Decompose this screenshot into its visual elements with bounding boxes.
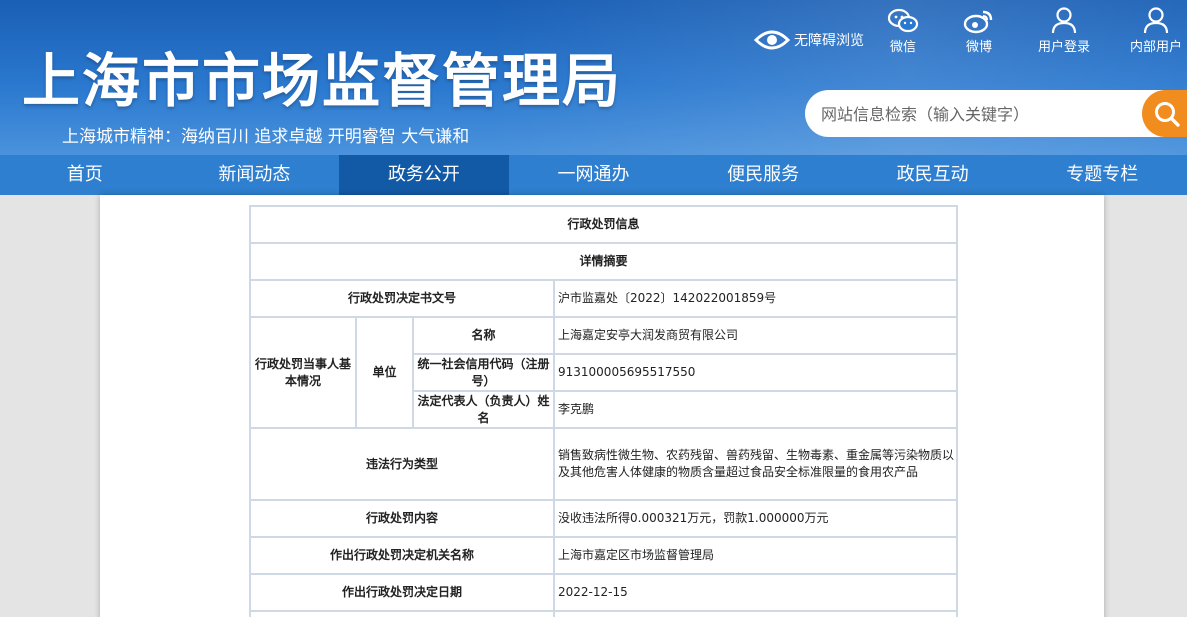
representative-value: 李克鹏 xyxy=(552,390,959,429)
weibo-label: 微博 xyxy=(965,40,992,55)
eye-icon xyxy=(754,30,790,50)
search-button[interactable] xyxy=(1142,90,1187,137)
main-nav: 首页 新闻动态 政务公开 一网通办 便民服务 政民互动 专题专栏 xyxy=(0,155,1187,195)
accessibility-link[interactable]: 无障碍浏览 xyxy=(754,26,864,54)
internal-user-link[interactable]: 内部用户 xyxy=(1116,4,1187,55)
party-label: 行政处罚当事人基本情况 xyxy=(249,316,357,429)
authority-label: 作出行政处罚决定机关名称 xyxy=(249,536,555,575)
name-value: 上海嘉定安亭大润发商贸有限公司 xyxy=(552,316,959,355)
user-login-link[interactable]: 用户登录 xyxy=(1024,4,1104,55)
decision-date-label: 作出行政处罚决定日期 xyxy=(249,573,555,612)
wechat-icon xyxy=(887,8,919,33)
table-summary: 详情摘要 xyxy=(248,242,959,281)
nav-interaction[interactable]: 政民互动 xyxy=(848,155,1018,195)
unit-label: 单位 xyxy=(355,316,414,429)
site-title[interactable]: 上海市市场监督管理局 xyxy=(22,48,622,114)
representative-label: 法定代表人（负责人）姓名 xyxy=(412,390,555,429)
user-icon xyxy=(1051,7,1077,34)
search-input[interactable] xyxy=(821,101,1141,127)
weibo-link[interactable]: 微博 xyxy=(939,4,1019,55)
weibo-icon xyxy=(963,10,993,34)
doc-no-label: 行政处罚决定书文号 xyxy=(249,279,555,318)
penalty-content-label: 行政处罚内容 xyxy=(249,499,555,538)
site-header: 上海市市场监督管理局 上海城市精神：海纳百川 追求卓越 开明睿智 大气谦和 无障… xyxy=(0,0,1187,155)
penalty-content-value: 没收违法所得0.000321万元，罚款1.000000万元 xyxy=(552,499,959,538)
internal-user-label: 内部用户 xyxy=(1129,40,1182,55)
table-row-partial-value xyxy=(552,610,959,617)
credit-code-label: 统一社会信用代码（注册号） xyxy=(412,353,555,392)
wechat-link[interactable]: 微信 xyxy=(863,4,943,55)
nav-special-topics[interactable]: 专题专栏 xyxy=(1017,155,1187,195)
table-row-partial xyxy=(249,610,555,617)
user-login-label: 用户登录 xyxy=(1037,40,1090,55)
table-title: 行政处罚信息 xyxy=(248,205,959,244)
search-box xyxy=(805,90,1187,137)
violation-type-label: 违法行为类型 xyxy=(249,427,555,501)
credit-code-value: 913100005695517550 xyxy=(552,353,959,392)
wechat-label: 微信 xyxy=(889,40,916,55)
decision-date-value: 2022-12-15 xyxy=(552,573,959,612)
nav-government-affairs[interactable]: 政务公开 xyxy=(339,155,509,195)
accessibility-label: 无障碍浏览 xyxy=(794,33,864,49)
nav-one-stop-service[interactable]: 一网通办 xyxy=(509,155,679,195)
city-slogan: 上海城市精神：海纳百川 追求卓越 开明睿智 大气谦和 xyxy=(62,127,470,147)
penalty-info-table: 行政处罚信息 详情摘要 行政处罚决定书文号 沪市监嘉处〔2022〕1420220… xyxy=(248,205,959,617)
name-label: 名称 xyxy=(412,316,555,355)
search-icon xyxy=(1155,101,1180,127)
nav-home[interactable]: 首页 xyxy=(0,155,170,195)
authority-value: 上海市嘉定区市场监督管理局 xyxy=(552,536,959,575)
internal-user-icon xyxy=(1143,7,1169,34)
nav-public-service[interactable]: 便民服务 xyxy=(678,155,848,195)
nav-news[interactable]: 新闻动态 xyxy=(170,155,340,195)
doc-no-value: 沪市监嘉处〔2022〕142022001859号 xyxy=(552,279,959,318)
violation-type-value: 销售致病性微生物、农药残留、兽药残留、生物毒素、重金属等污染物质以及其他危害人体… xyxy=(552,427,959,501)
